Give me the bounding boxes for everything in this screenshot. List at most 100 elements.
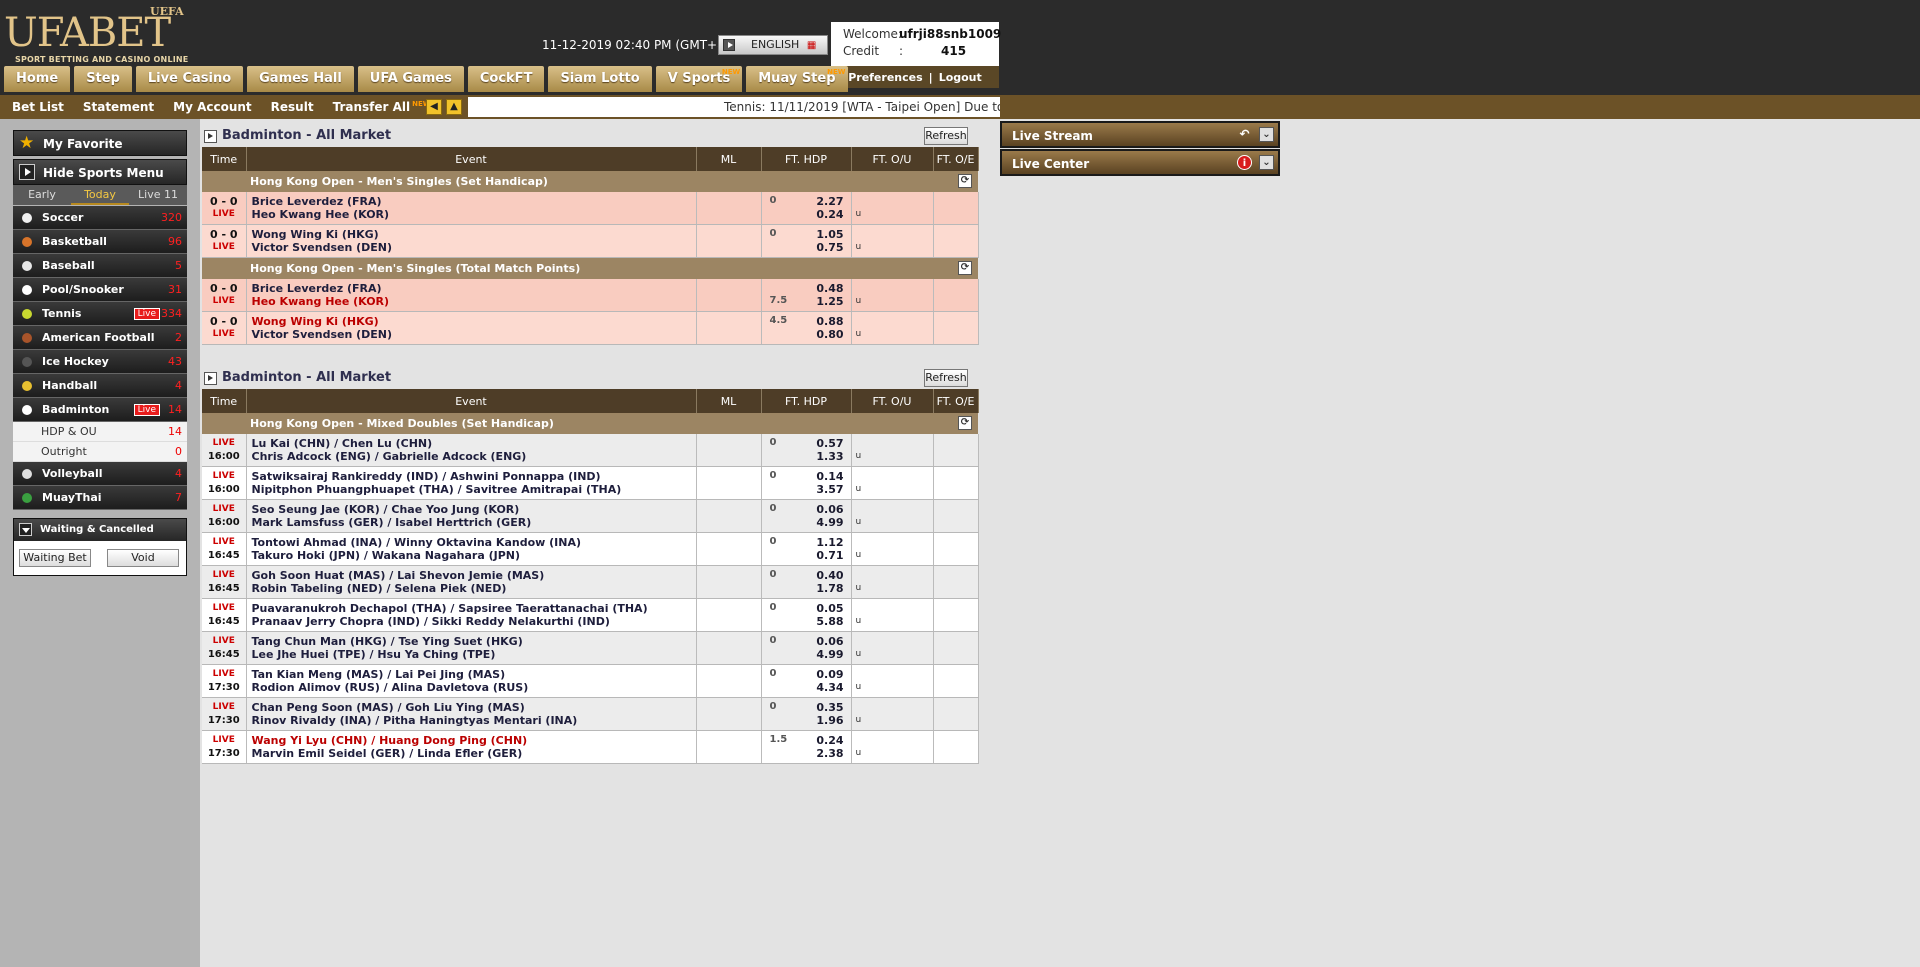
sport-item[interactable]: Baseball 5 bbox=[13, 254, 187, 278]
undo-icon[interactable]: ↶ bbox=[1237, 127, 1252, 142]
away-odds[interactable]: 1.78 bbox=[816, 582, 843, 595]
day-tab[interactable]: Today bbox=[71, 185, 129, 205]
refresh-icon[interactable]: ⟳ bbox=[958, 261, 972, 275]
refresh-button[interactable]: Refresh bbox=[924, 369, 968, 387]
home-odds[interactable]: 1.12 bbox=[816, 536, 843, 549]
logout-link[interactable]: Logout bbox=[939, 71, 982, 84]
column-header[interactable]: FT. O/U bbox=[851, 147, 934, 171]
announcement-ticker[interactable]: Tennis: 11/11/2019 [WTA - Taipei Open] D… bbox=[468, 97, 1000, 117]
void-button[interactable]: Void bbox=[107, 549, 179, 567]
column-header[interactable]: FT. HDP bbox=[761, 147, 852, 171]
away-odds[interactable]: 1.33 bbox=[816, 450, 843, 463]
sport-name: Soccer bbox=[42, 211, 84, 224]
language-selector[interactable]: ENGLISH ▦ bbox=[718, 35, 828, 55]
column-header[interactable]: FT. O/E bbox=[933, 389, 979, 413]
away-odds[interactable]: 4.34 bbox=[816, 681, 843, 694]
handicap-line: 0 bbox=[769, 437, 777, 448]
my-favorite-button[interactable]: ★ My Favorite bbox=[13, 130, 187, 156]
main-tab[interactable]: Home bbox=[4, 66, 71, 92]
away-odds[interactable]: 0.24 bbox=[816, 208, 843, 221]
main-tab[interactable]: Games Hall bbox=[247, 66, 354, 92]
sport-item[interactable]: Tennis Live 334 bbox=[13, 302, 187, 326]
column-header[interactable]: FT. O/E bbox=[933, 147, 979, 171]
home-odds[interactable]: 0.06 bbox=[816, 635, 843, 648]
sport-item[interactable]: Basketball 96 bbox=[13, 230, 187, 254]
play-icon[interactable] bbox=[204, 372, 217, 385]
info-icon[interactable]: i bbox=[1237, 155, 1252, 170]
waiting-cancelled-header[interactable]: Waiting & Cancelled bbox=[14, 519, 186, 541]
ticker-prev-button[interactable]: ◀ bbox=[426, 99, 442, 115]
day-tab[interactable]: Early bbox=[13, 185, 71, 205]
column-header[interactable]: ML bbox=[696, 147, 762, 171]
away-odds[interactable]: 0.71 bbox=[816, 549, 843, 562]
sport-item[interactable]: Soccer 320 bbox=[13, 206, 187, 230]
refresh-button[interactable]: Refresh bbox=[924, 127, 968, 145]
preferences-link[interactable]: Preferences bbox=[848, 71, 922, 84]
sport-item[interactable]: American Football 2 bbox=[13, 326, 187, 350]
away-odds[interactable]: 5.88 bbox=[816, 615, 843, 628]
sport-item[interactable]: Badminton Live 14 bbox=[13, 398, 187, 422]
away-odds[interactable]: 0.75 bbox=[816, 241, 843, 254]
subnav-link[interactable]: Statement bbox=[83, 100, 154, 114]
home-team: Wong Wing Ki (HKG) bbox=[251, 315, 379, 328]
sport-item[interactable]: Ice Hockey 43 bbox=[13, 350, 187, 374]
column-header[interactable]: ML bbox=[696, 389, 762, 413]
day-tab[interactable]: Live 11 bbox=[129, 185, 187, 205]
away-odds[interactable]: 0.80 bbox=[816, 328, 843, 341]
ufabet-logo[interactable]: UFABET UEFA SPORT BETTING AND CASINO ONL… bbox=[4, 5, 212, 65]
home-odds[interactable]: 2.27 bbox=[816, 195, 843, 208]
sport-item[interactable]: Handball 4 bbox=[13, 374, 187, 398]
home-odds[interactable]: 0.48 bbox=[816, 282, 843, 295]
ml-cell bbox=[696, 631, 762, 665]
sport-item[interactable]: MuayThai 7 bbox=[13, 486, 187, 510]
home-odds[interactable]: 0.40 bbox=[816, 569, 843, 582]
home-odds[interactable]: 1.05 bbox=[816, 228, 843, 241]
main-tab[interactable]: Muay Step NEW bbox=[746, 66, 848, 92]
sport-subitem[interactable]: HDP & OU 14 bbox=[13, 422, 187, 442]
home-odds[interactable]: 0.35 bbox=[816, 701, 843, 714]
main-tab[interactable]: Siam Lotto bbox=[548, 66, 652, 92]
column-header[interactable]: FT. HDP bbox=[761, 389, 852, 413]
home-odds[interactable]: 0.14 bbox=[816, 470, 843, 483]
ticker-next-button[interactable]: ▲ bbox=[446, 99, 462, 115]
column-header[interactable]: FT. O/U bbox=[851, 389, 934, 413]
column-header[interactable]: Event bbox=[246, 147, 697, 171]
away-odds[interactable]: 1.96 bbox=[816, 714, 843, 727]
live-stream-header[interactable]: Live Stream ↶ ⌄ bbox=[1000, 121, 1280, 148]
main-tab[interactable]: Live Casino bbox=[135, 66, 244, 92]
live-center-header[interactable]: Live Center i ⌄ bbox=[1000, 149, 1280, 176]
column-header[interactable]: Time bbox=[202, 389, 247, 413]
waiting-bet-button[interactable]: Waiting Bet bbox=[19, 549, 91, 567]
home-odds[interactable]: 0.05 bbox=[816, 602, 843, 615]
away-odds[interactable]: 3.57 bbox=[816, 483, 843, 496]
sport-item[interactable]: Pool/Snooker 31 bbox=[13, 278, 187, 302]
sport-name: Baseball bbox=[42, 259, 95, 272]
column-header[interactable]: Time bbox=[202, 147, 247, 171]
chevron-down-icon[interactable]: ⌄ bbox=[1259, 127, 1274, 142]
away-odds[interactable]: 4.99 bbox=[816, 648, 843, 661]
subnav-link[interactable]: Transfer All NEW bbox=[333, 100, 431, 114]
refresh-icon[interactable]: ⟳ bbox=[958, 416, 972, 430]
hide-sports-menu-button[interactable]: Hide Sports Menu bbox=[13, 159, 187, 185]
main-tab[interactable]: UFA Games bbox=[357, 66, 464, 92]
main-tab[interactable]: Step bbox=[74, 66, 132, 92]
main-tab[interactable]: CockFT bbox=[467, 66, 545, 92]
sport-item[interactable]: Volleyball 4 bbox=[13, 462, 187, 486]
away-odds[interactable]: 2.38 bbox=[816, 747, 843, 760]
play-icon[interactable] bbox=[204, 130, 217, 143]
home-odds[interactable]: 0.09 bbox=[816, 668, 843, 681]
subnav-link[interactable]: Result bbox=[271, 100, 314, 114]
column-header[interactable]: Event bbox=[246, 389, 697, 413]
main-tab[interactable]: V Sports NEW bbox=[655, 66, 743, 92]
away-odds[interactable]: 4.99 bbox=[816, 516, 843, 529]
subnav-link[interactable]: Bet List bbox=[12, 100, 64, 114]
chevron-down-icon[interactable]: ⌄ bbox=[1259, 155, 1274, 170]
refresh-icon[interactable]: ⟳ bbox=[958, 174, 972, 188]
home-odds[interactable]: 0.24 bbox=[816, 734, 843, 747]
away-odds[interactable]: 1.25 bbox=[816, 295, 843, 308]
home-odds[interactable]: 0.88 bbox=[816, 315, 843, 328]
home-odds[interactable]: 0.06 bbox=[816, 503, 843, 516]
sport-subitem[interactable]: Outright 0 bbox=[13, 442, 187, 462]
subnav-link[interactable]: My Account bbox=[173, 100, 252, 114]
home-odds[interactable]: 0.57 bbox=[816, 437, 843, 450]
